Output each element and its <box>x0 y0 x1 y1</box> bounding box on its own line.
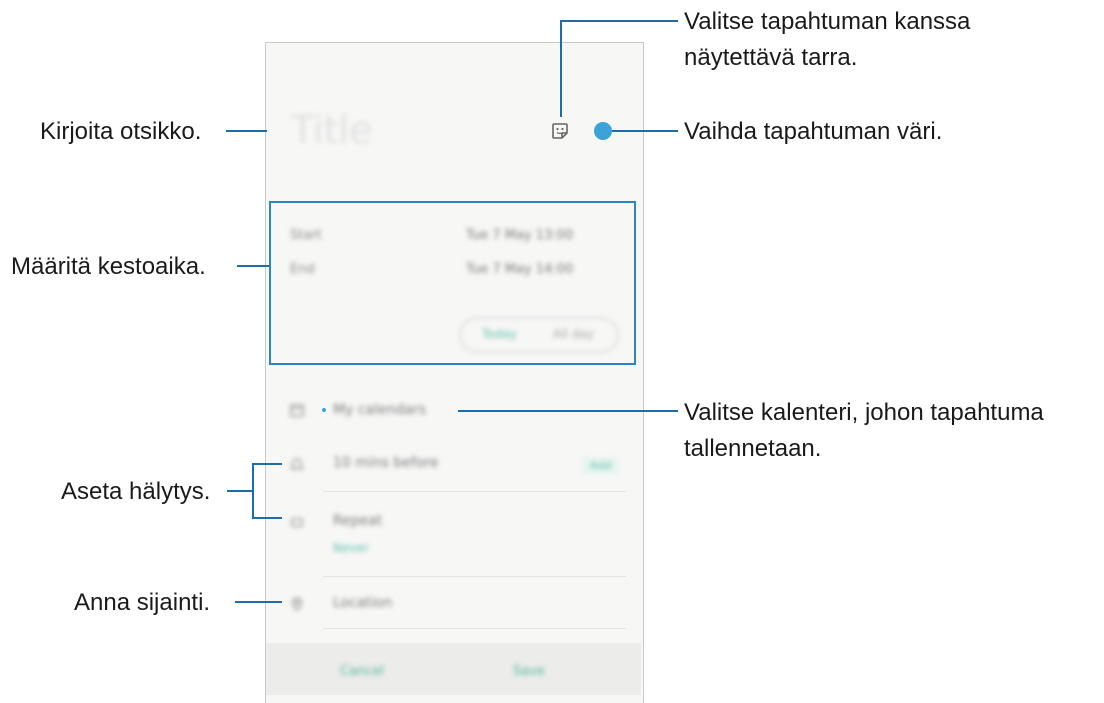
toggle-all-day[interactable]: All day <box>553 327 594 341</box>
reminder-add-button[interactable]: Add <box>582 457 620 474</box>
leader-line <box>252 463 254 519</box>
bottom-action-bar <box>266 643 641 695</box>
end-label: End <box>290 262 315 277</box>
leader-line <box>560 21 562 117</box>
repeat-row[interactable]: Repeat <box>333 513 382 529</box>
event-title-input[interactable]: Title <box>291 108 372 152</box>
leader-line <box>612 130 678 132</box>
annotation-calendar-line1: Valitse kalenteri, johon tapahtuma <box>684 399 1044 426</box>
toggle-today[interactable]: Today <box>482 327 517 341</box>
calendar-select[interactable]: My calendars <box>333 402 426 418</box>
divider <box>323 576 626 577</box>
cancel-button[interactable]: Cancel <box>340 664 384 679</box>
bell-icon <box>289 458 305 470</box>
end-value[interactable]: Tue 7 May 14:00 <box>466 262 573 277</box>
repeat-icon <box>291 518 303 527</box>
save-button[interactable]: Save <box>513 664 545 679</box>
leader-line <box>252 517 282 519</box>
annotation-location: Anna sijainti. <box>74 589 211 616</box>
calendar-color-dot <box>322 408 326 412</box>
start-value[interactable]: Tue 7 May 13:00 <box>466 228 573 243</box>
leader-line <box>235 601 282 603</box>
leader-line <box>227 490 253 492</box>
annotation-title: Kirjoita otsikko. <box>40 118 202 145</box>
sticker-icon[interactable] <box>551 122 569 140</box>
location-input[interactable]: Location <box>333 595 392 611</box>
event-color-button[interactable] <box>594 122 612 140</box>
annotation-alarm: Aseta hälytys. <box>61 478 211 505</box>
start-label: Start <box>290 228 322 243</box>
leader-line <box>458 410 678 412</box>
annotation-sticker-line1: Valitse tapahtuman kanssa <box>684 8 971 35</box>
location-pin-icon <box>291 597 303 611</box>
annotation-calendar-line2: tallennetaan. <box>684 435 822 462</box>
calendar-icon <box>290 404 304 417</box>
leader-line <box>252 463 282 465</box>
repeat-value: Never <box>333 541 369 555</box>
divider <box>323 491 626 492</box>
reminder-row[interactable]: 10 mins before <box>333 455 438 471</box>
divider <box>323 628 626 629</box>
leader-line <box>560 20 678 22</box>
annotation-duration: Määritä kestoaika. <box>11 253 206 280</box>
annotation-sticker-line2: näytettävä tarra. <box>684 44 858 71</box>
annotation-color: Vaihda tapahtuman väri. <box>684 118 943 145</box>
leader-line <box>226 130 267 132</box>
leader-line <box>237 265 269 267</box>
